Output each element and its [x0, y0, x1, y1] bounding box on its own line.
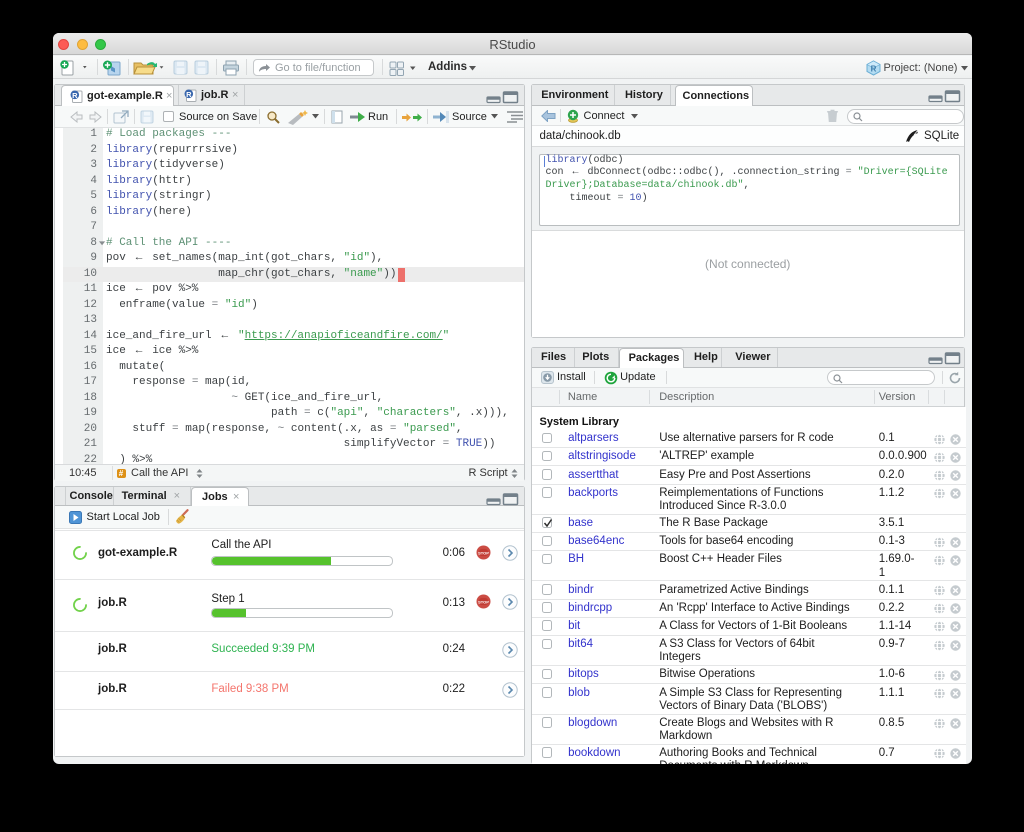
svg-text:STOP: STOP — [478, 551, 489, 556]
svg-text:R: R — [186, 90, 192, 99]
svg-text:STOP: STOP — [478, 599, 489, 604]
svg-text:R: R — [871, 65, 877, 74]
svg-text:R: R — [72, 91, 78, 100]
